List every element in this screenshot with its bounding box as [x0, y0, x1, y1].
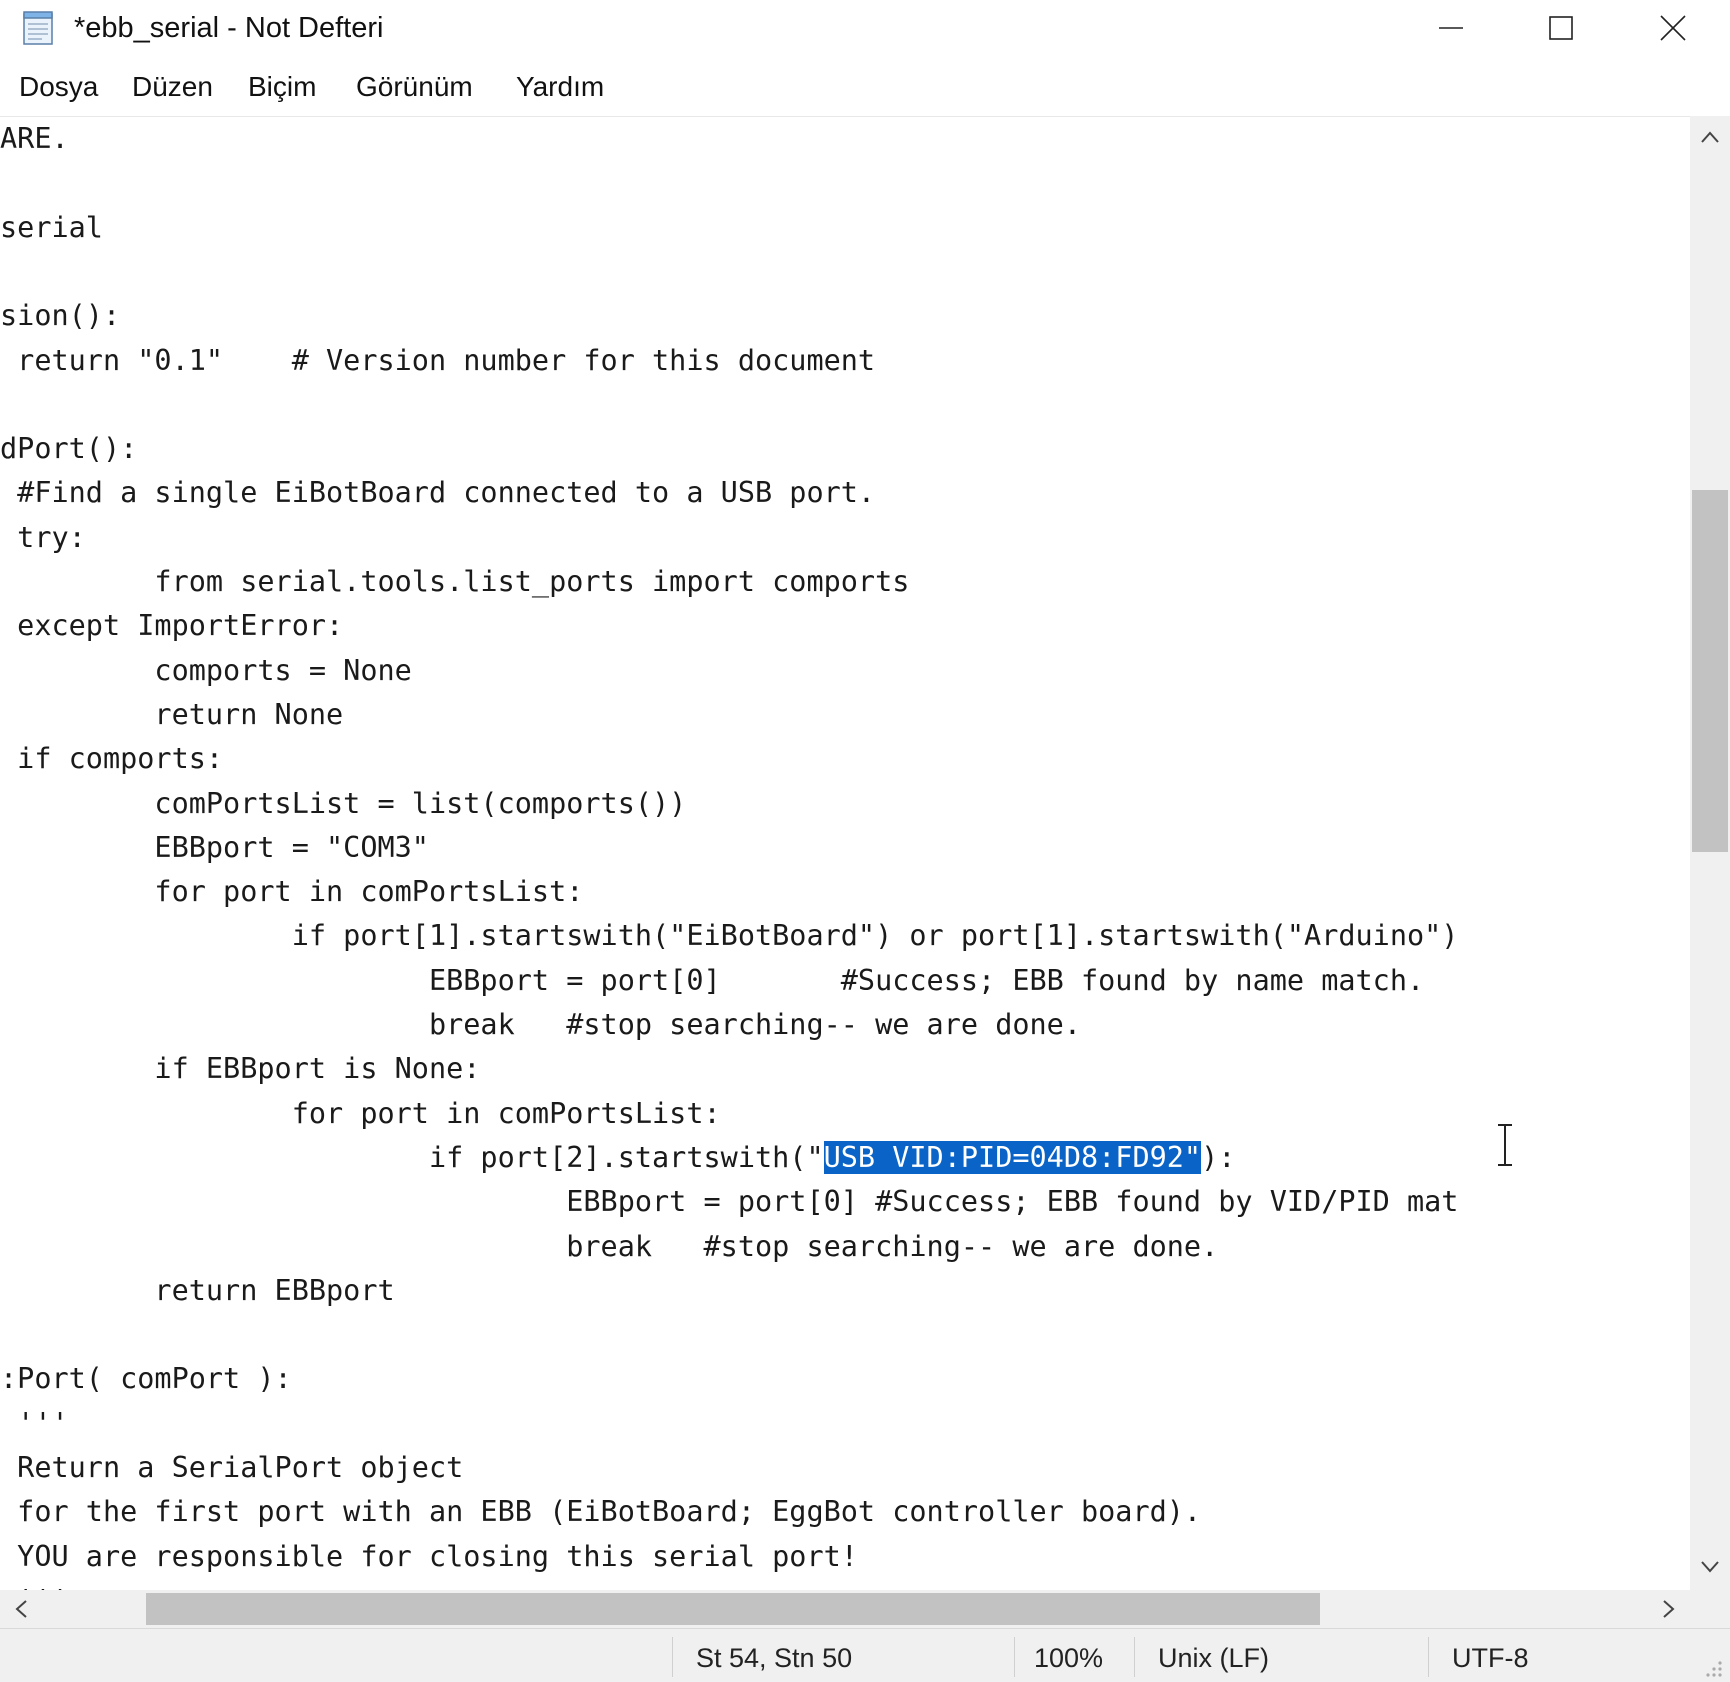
editor-line: for the first port with an EBB (EiBotBoa…: [0, 1495, 1202, 1529]
editor-line: :Port( comPort ):: [0, 1362, 292, 1396]
editor-line: EBBport = "COM3": [0, 830, 429, 864]
editor-line: if port[1].startswith("EiBotBoard") or p…: [0, 919, 1459, 953]
window-title: *ebb_serial - Not Defteri: [74, 12, 384, 44]
editor-line: return "0.1" # Version number for this d…: [0, 343, 876, 377]
scroll-right-arrow-icon[interactable]: [1654, 1594, 1684, 1624]
status-separator: [672, 1637, 673, 1677]
text-editor[interactable]: ARE. serial sion(): return "0.1" # Version…: [0, 116, 1690, 1591]
vertical-scrollbar[interactable]: [1690, 116, 1730, 1590]
editor-line: ARE.: [0, 122, 69, 155]
close-icon: [1660, 15, 1686, 41]
selected-text: USB VID:PID=04D8:FD92": [823, 1140, 1202, 1174]
cursor-position: St 54, Stn 50: [696, 1643, 853, 1673]
title-bar: *ebb_serial - Not Defteri: [0, 0, 1730, 56]
editor-line: for port in comPortsList:: [0, 1096, 721, 1130]
editor-line: except ImportError:: [0, 609, 344, 643]
resize-grip-icon[interactable]: [1700, 1655, 1724, 1679]
editor-line: break #stop searching-- we are done.: [0, 1008, 1081, 1041]
menu-view[interactable]: Görünüm: [354, 70, 475, 104]
vertical-scroll-thumb[interactable]: [1692, 490, 1728, 852]
status-separator: [1014, 1637, 1015, 1677]
editor-line: serial: [0, 210, 103, 244]
status-bar: St 54, Stn 50 100% Unix (LF) UTF-8: [0, 1628, 1730, 1682]
editor-line: EBBport = port[0] #Success; EBB found by…: [0, 1185, 1459, 1219]
editor-line: if comports:: [0, 742, 224, 776]
editor-line: Return a SerialPort object: [0, 1451, 464, 1484]
zoom-level: 100%: [1034, 1643, 1104, 1673]
line-text-before-selection: if port[2].startswith(": [0, 1140, 824, 1174]
editor-line: comports = None: [0, 653, 412, 687]
menu-bar: Dosya Düzen Biçim Görünüm Yardım: [0, 56, 1730, 116]
editor-line: try:: [0, 520, 86, 554]
scroll-left-arrow-icon[interactable]: [6, 1594, 36, 1624]
editor-line: EBBport = port[0] #Success; EBB found by…: [0, 963, 1425, 997]
minimize-button[interactable]: [1396, 0, 1506, 56]
editor-line: return EBBport: [0, 1273, 395, 1307]
editor-line: ''': [0, 1406, 69, 1440]
menu-help[interactable]: Yardım: [514, 70, 606, 104]
editor-line: #Find a single EiBotBoard connected to a…: [0, 476, 876, 510]
close-button[interactable]: [1618, 0, 1728, 56]
horizontal-scroll-thumb[interactable]: [146, 1593, 1320, 1625]
editor-line: if EBBport is None:: [0, 1052, 481, 1086]
scroll-up-arrow-icon[interactable]: [1695, 122, 1725, 152]
menu-edit[interactable]: Düzen: [130, 70, 215, 104]
maximize-icon: [1549, 16, 1573, 40]
scroll-down-arrow-icon[interactable]: [1695, 1552, 1725, 1582]
editor-line: dPort():: [0, 432, 138, 466]
editor-line: break #stop searching-- we are done.: [0, 1229, 1219, 1263]
editor-line: if port[2].startswith("USB VID:PID=04D8:…: [0, 1136, 1235, 1180]
editor-line: for port in comPortsList:: [0, 875, 584, 909]
status-separator: [1134, 1637, 1135, 1677]
editor-line: YOU are responsible for closing this ser…: [0, 1539, 858, 1573]
editor-line: sion():: [0, 299, 121, 333]
text-cursor-icon: [1498, 1124, 1512, 1166]
menu-file[interactable]: Dosya: [17, 70, 100, 104]
editor-line: from serial.tools.list_ports import comp…: [0, 565, 910, 598]
status-separator: [1428, 1637, 1429, 1677]
minimize-icon: [1439, 27, 1463, 29]
editor-line: comPortsList = list(comports()): [0, 786, 687, 820]
notepad-icon: [23, 11, 53, 45]
line-ending: Unix (LF): [1158, 1643, 1270, 1673]
maximize-button[interactable]: [1506, 0, 1616, 56]
editor-line: return None: [0, 697, 344, 731]
menu-format[interactable]: Biçim: [246, 70, 318, 104]
scrollbar-corner: [1690, 1590, 1730, 1628]
line-text-after-selection: ):: [1201, 1140, 1236, 1174]
encoding: UTF-8: [1452, 1643, 1529, 1673]
